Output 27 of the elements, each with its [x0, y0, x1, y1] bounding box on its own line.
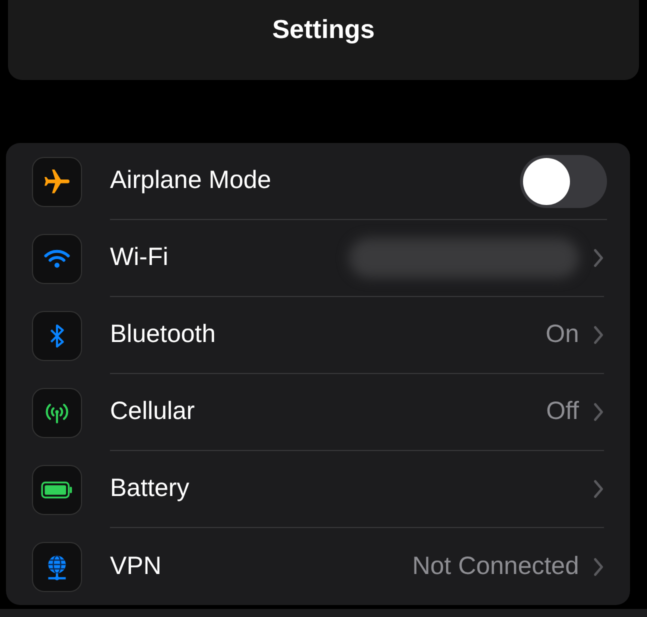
- chevron-icon: [593, 248, 604, 268]
- row-label: Cellular: [110, 396, 196, 428]
- airplane-icon: [32, 156, 82, 206]
- settings-row[interactable]: Airplane Mode: [6, 143, 630, 220]
- globe-icon: [32, 542, 82, 592]
- row-value: Off: [546, 396, 579, 428]
- settings-row[interactable]: Cellular Off: [6, 374, 630, 451]
- wifi-icon: [32, 234, 82, 284]
- bluetooth-icon: [32, 310, 82, 360]
- row-label: Battery: [110, 473, 190, 504]
- row-value: On: [546, 319, 579, 350]
- row-label: VPN: [110, 550, 162, 582]
- chevron-icon: [593, 325, 604, 345]
- row-label: Bluetooth: [110, 319, 217, 350]
- settings-row[interactable]: Battery: [6, 451, 630, 528]
- chevron-icon: [593, 556, 604, 576]
- settings-row[interactable]: Wi-Fi: [6, 220, 630, 297]
- chevron-icon: [593, 402, 604, 422]
- row-label: Wi-Fi: [110, 242, 170, 274]
- chevron-icon: [593, 479, 604, 499]
- page-title: Settings: [272, 13, 375, 44]
- settings-row[interactable]: VPN Not Connected: [6, 528, 630, 605]
- row-label: Airplane Mode: [110, 165, 272, 196]
- row-value: Not Connected: [412, 550, 579, 582]
- battery-icon: [32, 464, 82, 514]
- cellular-icon: [32, 388, 82, 438]
- settings-row[interactable]: Bluetooth On: [6, 297, 630, 374]
